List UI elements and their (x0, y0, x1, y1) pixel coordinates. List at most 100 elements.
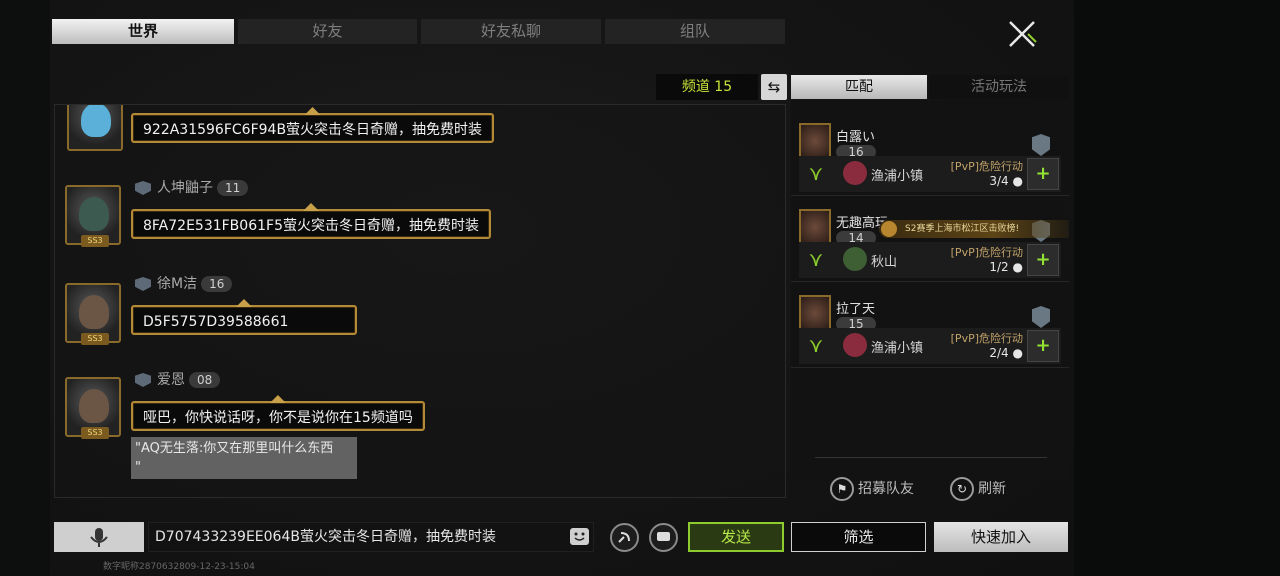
avatar[interactable]: SS3 (65, 185, 121, 247)
send-button[interactable]: 发送 (688, 522, 784, 552)
sender-name[interactable]: 人坤鼬子 (157, 180, 213, 196)
avatar[interactable] (67, 105, 123, 151)
voice-chat-button[interactable] (649, 523, 678, 552)
team-info-row: ⋎ 渔浦小镇 [PvP]危险行动 3/4 ● + (799, 156, 1061, 192)
person-icon: ● (1012, 346, 1023, 360)
avatar-face (79, 295, 109, 329)
game-chat-screen: 世界 好友 好友私聊 组队 频道 15 ⇆ 922A31596FC6F94B萤火… (0, 0, 1280, 576)
wing-icon: ⋎ (808, 161, 824, 185)
team-map: 渔浦小镇 (871, 169, 924, 184)
rank-icon (135, 181, 151, 195)
sender-name[interactable]: 徐M洁 (157, 276, 197, 292)
sender-level: 11 (217, 180, 249, 196)
avatar[interactable]: SS3 (65, 283, 121, 345)
broadcast-button[interactable] (610, 523, 639, 552)
flag-icon: ⚑ (830, 477, 854, 501)
join-team-button[interactable]: + (1027, 158, 1059, 190)
map-icon (843, 161, 867, 185)
team-count: 2/4 ● (989, 346, 1023, 360)
recruit-button[interactable]: ⚑ 招募队友 (830, 476, 914, 502)
map-icon (843, 247, 867, 271)
rank-icon (135, 373, 151, 387)
crest-icon (302, 203, 319, 211)
tab-team[interactable]: 组队 (605, 19, 785, 44)
swap-icon: ⇆ (767, 78, 781, 96)
achievement-banner: S2赛季上海市松江区击败榜! (879, 220, 1069, 238)
quoted-message: "AQ无生落:你又在那里叫什么东西 " (131, 437, 357, 479)
close-icon[interactable] (1004, 16, 1040, 52)
crest-icon (236, 299, 252, 307)
team-mode: [PvP]危险行动 (950, 332, 1023, 345)
satellite-icon (618, 532, 630, 543)
team-count: 1/2 ● (989, 260, 1023, 274)
message-bubble: 922A31596FC6F94B萤火突击冬日奇赠，抽免费时装 (131, 107, 495, 143)
sender-level: 08 (189, 372, 221, 388)
banner-text: S2赛季上海市松江区击败榜! (905, 224, 1020, 234)
left-margin (0, 0, 50, 576)
microphone-icon (90, 528, 108, 547)
refresh-label: 刷新 (978, 481, 1006, 497)
team-card[interactable]: 无趣高玩 14 S2赛季上海市松江区击败榜! ⋎ 秋山 [PvP]危险行动 1/… (791, 196, 1069, 282)
message-text: 922A31596FC6F94B萤火突击冬日奇赠，抽免费时装 (143, 122, 483, 138)
tab-friend-chat[interactable]: 好友私聊 (421, 19, 601, 44)
switch-channel-button[interactable]: ⇆ (761, 74, 787, 100)
person-icon: ● (1012, 260, 1023, 274)
tab-world[interactable]: 世界 (52, 19, 234, 44)
team-mode: [PvP]危险行动 (950, 160, 1023, 173)
team-count: 3/4 ● (989, 174, 1023, 188)
sender-name[interactable]: 爱恩 (157, 372, 185, 388)
join-team-button[interactable]: + (1027, 244, 1059, 276)
team-list: 白露い 16 ⋎ 渔浦小镇 [PvP]危险行动 3/4 ● + 无趣高玩 14 … (791, 100, 1069, 480)
message-bubble: 哑巴，你快说话呀，你不是说你在15频道吗 (131, 395, 425, 431)
message-bubble: 8FA72E531FB061F5萤火突击冬日奇赠，抽免费时装 (131, 203, 491, 239)
chat-panel[interactable]: 922A31596FC6F94B萤火突击冬日奇赠，抽免费时装 SS3 人坤鼬子 1… (54, 104, 786, 498)
tab-friends[interactable]: 好友 (238, 19, 417, 44)
wing-icon: ⋎ (808, 247, 824, 271)
sender-row: 徐M洁 16 (135, 275, 233, 293)
chat-bubble-icon (657, 532, 670, 541)
join-team-button[interactable]: + (1027, 330, 1059, 362)
divider (815, 457, 1047, 458)
avatar-tag: SS3 (81, 333, 109, 345)
team-leader-avatar[interactable] (799, 209, 831, 245)
quick-join-button[interactable]: 快速加入 (934, 522, 1068, 552)
tab-match[interactable]: 匹配 (791, 75, 927, 99)
person-icon: ● (1012, 174, 1023, 188)
sender-row: 爱恩 08 (135, 371, 221, 389)
team-card[interactable]: 白露い 16 ⋎ 渔浦小镇 [PvP]危险行动 3/4 ● + (791, 110, 1069, 196)
message-text: 哑巴，你快说话呀，你不是说你在15频道吗 (143, 410, 413, 426)
tab-activities[interactable]: 活动玩法 (929, 75, 1069, 99)
emoji-icon[interactable] (570, 528, 589, 545)
footer-id: 数字昵称2870632809-12-23-15:04 (103, 562, 255, 572)
avatar-tag: SS3 (81, 235, 109, 247)
team-map: 渔浦小镇 (871, 341, 924, 356)
message-text: 8FA72E531FB061F5萤火突击冬日奇赠，抽免费时装 (143, 218, 479, 234)
team-info-row: ⋎ 渔浦小镇 [PvP]危险行动 2/4 ● + (799, 328, 1061, 364)
filter-button[interactable]: 筛选 (791, 522, 926, 552)
sender-row: 人坤鼬子 11 (135, 179, 249, 197)
team-leader-name: 拉了天 (836, 302, 876, 317)
avatar-face (81, 105, 111, 137)
team-info-row: ⋎ 秋山 [PvP]危险行动 1/2 ● + (799, 242, 1061, 278)
avatar[interactable]: SS3 (65, 377, 121, 439)
team-mode: [PvP]危险行动 (950, 246, 1023, 259)
avatar-face (79, 389, 109, 423)
refresh-icon: ↻ (950, 477, 974, 501)
avatar-tag: SS3 (81, 427, 109, 439)
team-leader-avatar[interactable] (799, 295, 831, 331)
medal-icon (881, 221, 897, 237)
right-margin (1074, 0, 1280, 576)
wing-icon: ⋎ (808, 333, 824, 357)
team-map: 秋山 (871, 255, 898, 270)
team-leader-avatar[interactable] (799, 123, 831, 159)
chat-input[interactable]: D707433239EE064B萤火突击冬日奇赠，抽免费时装 (148, 522, 594, 552)
voice-button[interactable] (54, 522, 144, 552)
crest-icon (269, 395, 286, 403)
message-bubble: D5F5757D39588661 (131, 299, 357, 335)
shield-icon (1032, 306, 1050, 328)
team-card[interactable]: 拉了天 15 ⋎ 渔浦小镇 [PvP]危险行动 2/4 ● + (791, 282, 1069, 368)
refresh-button[interactable]: ↻ 刷新 (950, 476, 1006, 502)
channel-label: 频道 15 (656, 74, 758, 100)
recruit-label: 招募队友 (858, 481, 914, 497)
team-leader-name: 白露い (836, 130, 876, 145)
